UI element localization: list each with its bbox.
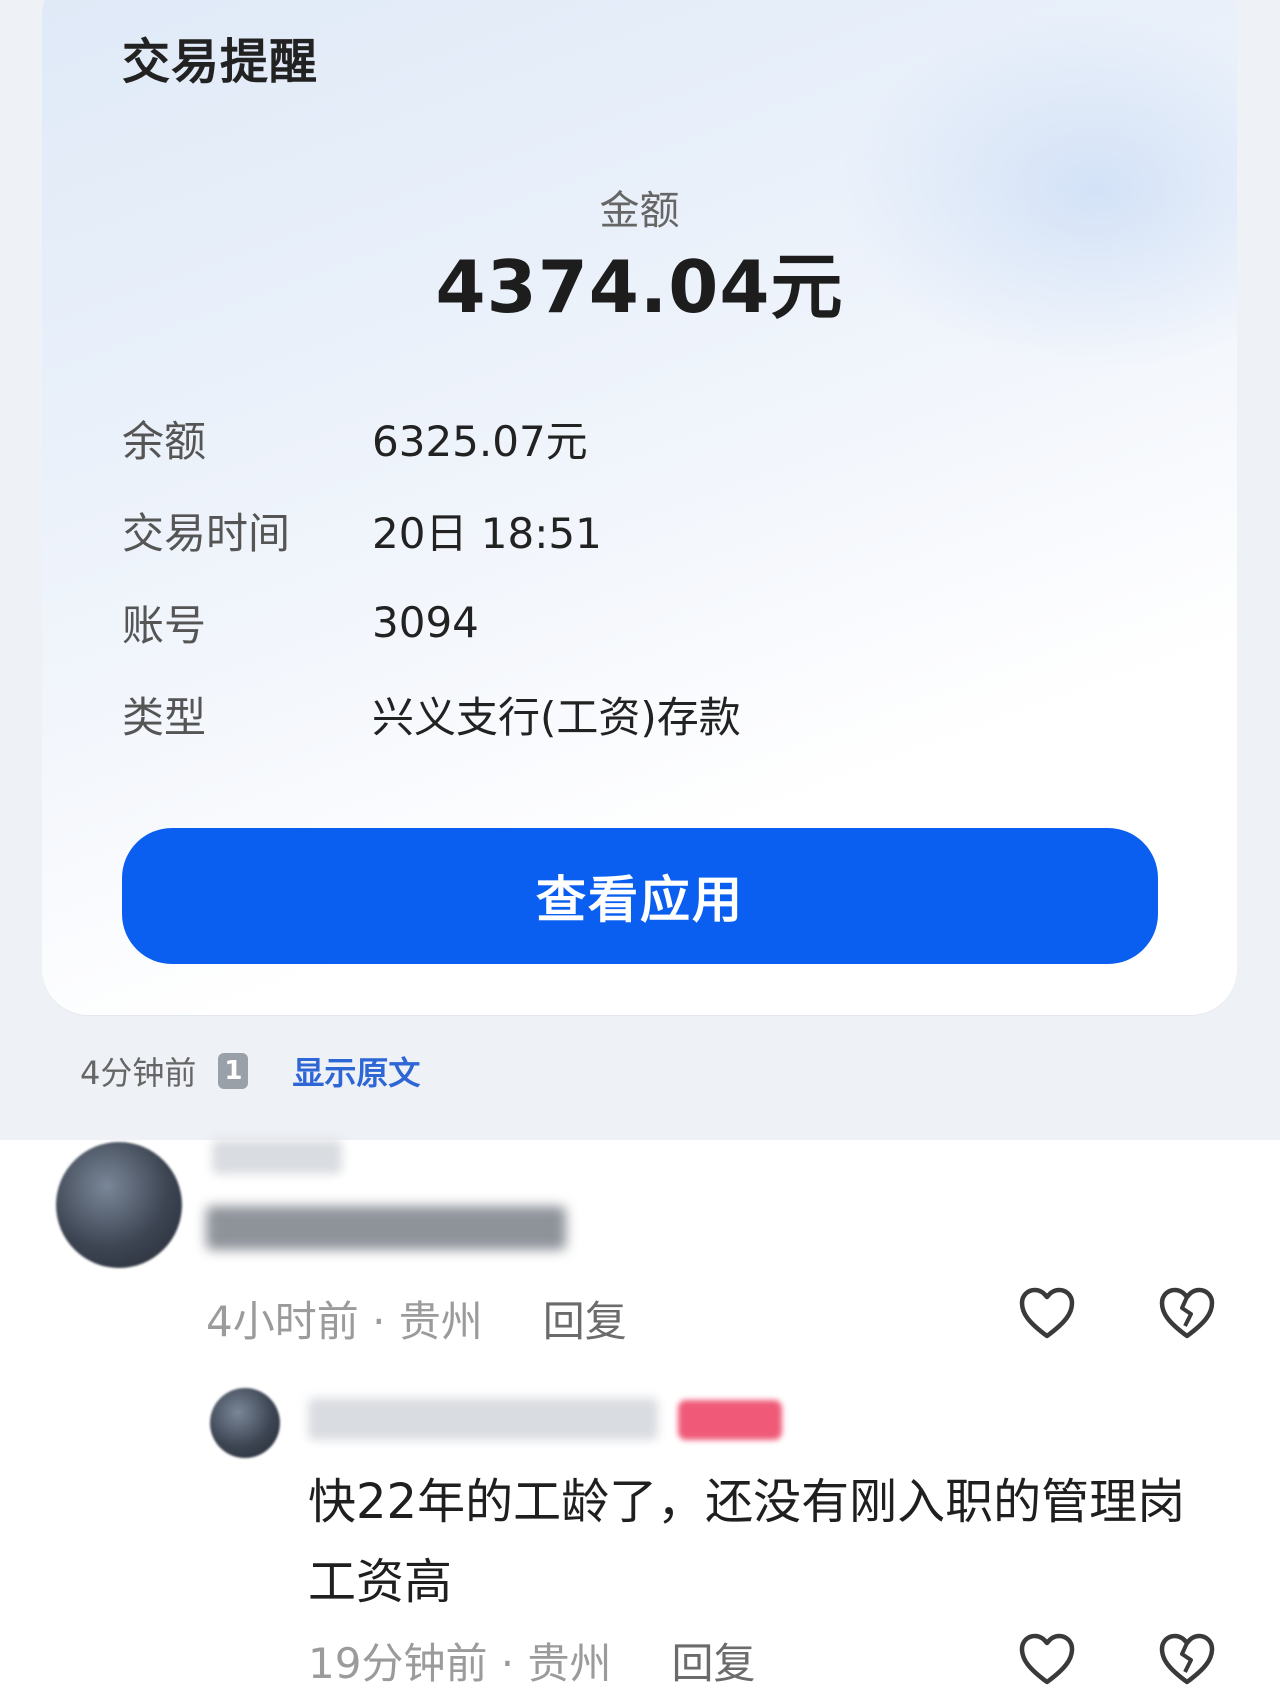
- comment-text-blurred: [206, 1206, 566, 1250]
- broken-heart-icon: [1159, 1287, 1215, 1339]
- reply-button[interactable]: 回复: [543, 1288, 627, 1349]
- dislike-button[interactable]: [1158, 1632, 1216, 1686]
- comment-time-location: 4小时前 · 贵州: [206, 1296, 483, 1346]
- comment-meta: 4小时前 · 贵州 回复: [206, 1288, 627, 1348]
- transaction-notification-card[interactable]: 交易提醒 金额 4374.04元 余额 6325.07元 交易时间 20日 18…: [42, 0, 1237, 1015]
- detail-row-balance: 余额 6325.07元: [122, 408, 588, 468]
- user-tag-blurred: [678, 1400, 782, 1440]
- detail-row-type: 类型 兴义支行(工资)存款: [122, 684, 741, 744]
- notification-title: 交易提醒: [122, 34, 319, 90]
- broken-heart-icon: [1159, 1633, 1215, 1685]
- dislike-button[interactable]: [1158, 1286, 1216, 1340]
- reply-button[interactable]: 回复: [672, 1630, 756, 1690]
- notification-time: 4分钟前: [80, 1054, 197, 1092]
- notification-area: 交易提醒 金额 4374.04元 余额 6325.07元 交易时间 20日 18…: [0, 0, 1280, 1140]
- detail-value: 20日 18:51: [372, 508, 602, 558]
- comment-text: 快22年的工龄了，还没有刚入职的管理岗工资高: [308, 1474, 1186, 1610]
- amount-value: 4374.04元: [435, 245, 844, 329]
- detail-key: 类型: [122, 692, 207, 742]
- detail-row-account: 账号 3094: [122, 592, 479, 652]
- username-blurred[interactable]: [308, 1398, 658, 1440]
- like-button[interactable]: [1018, 1632, 1076, 1686]
- comment-meta: 19分钟前 · 贵州 回复: [308, 1632, 756, 1688]
- view-app-button[interactable]: 查看应用: [122, 828, 1158, 964]
- heart-icon: [1019, 1287, 1075, 1339]
- notification-count-badge: 1: [218, 1053, 249, 1089]
- like-button[interactable]: [1018, 1286, 1076, 1340]
- detail-value: 兴义支行(工资)存款: [372, 692, 741, 742]
- avatar[interactable]: [56, 1142, 182, 1268]
- detail-key: 余额: [122, 416, 207, 466]
- detail-key: 账号: [122, 600, 207, 650]
- show-original-link[interactable]: 显示原文: [292, 1048, 420, 1094]
- detail-row-time: 交易时间 20日 18:51: [122, 500, 602, 560]
- comment-time-location: 19分钟前 · 贵州: [308, 1638, 612, 1688]
- detail-value: 3094: [372, 597, 479, 647]
- notification-meta: 4分钟前 1 显示原文: [80, 1048, 420, 1094]
- detail-value: 6325.07元: [372, 416, 588, 466]
- avatar[interactable]: [210, 1388, 280, 1458]
- heart-icon: [1019, 1633, 1075, 1685]
- detail-key: 交易时间: [122, 508, 291, 558]
- username-blurred[interactable]: [212, 1140, 342, 1174]
